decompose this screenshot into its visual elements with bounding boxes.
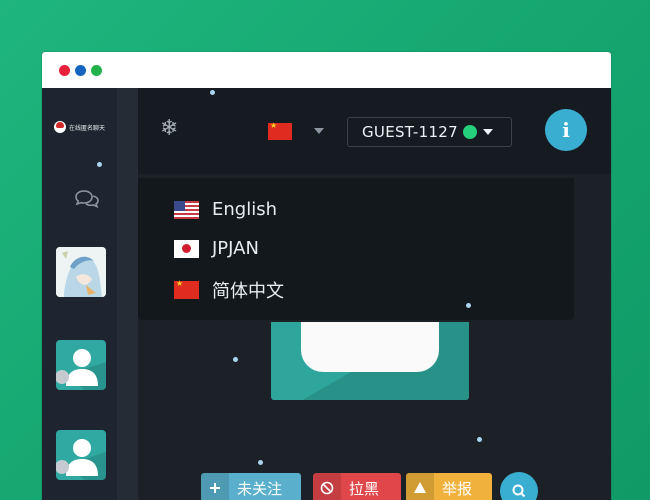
china-flag-icon: [174, 280, 199, 299]
chevron-down-icon: [482, 129, 493, 135]
username-label: GUEST-1127: [362, 123, 458, 141]
profile-avatar: [271, 322, 469, 400]
logo-mark-icon: [54, 121, 66, 133]
snowflake-icon[interactable]: ❄: [160, 118, 178, 140]
language-option-label: 简体中文: [212, 281, 284, 302]
logo-text: 在线匿名聊天: [69, 124, 106, 132]
language-dropdown: English JPJAN 简体中文: [138, 178, 574, 320]
snow-particle: [477, 437, 482, 442]
user-menu-button[interactable]: GUEST-1127: [347, 117, 512, 147]
search-button[interactable]: [500, 472, 538, 500]
language-option-chinese[interactable]: 简体中文: [174, 277, 284, 303]
close-window-button[interactable]: [59, 65, 70, 76]
online-status-icon: [462, 125, 477, 139]
japan-flag-icon: [174, 239, 199, 258]
snow-particle: [97, 162, 102, 167]
warning-icon: [406, 473, 434, 500]
chat-bubbles-icon[interactable]: [73, 188, 101, 214]
main-panel: ❄ GUEST-1127 i English JPJAN: [138, 88, 611, 500]
language-option-english[interactable]: English: [174, 199, 277, 220]
app-logo[interactable]: 在线匿名聊天: [54, 121, 105, 133]
follow-label: 未关注: [237, 479, 283, 498]
contact-avatar-anime[interactable]: [56, 247, 106, 297]
block-label: 拉黑: [349, 479, 380, 498]
report-button[interactable]: 举报: [406, 473, 492, 500]
maximize-window-button[interactable]: [91, 65, 102, 76]
report-label: 举报: [442, 479, 473, 498]
contact-avatar-default[interactable]: [56, 430, 106, 480]
info-icon: i: [562, 118, 570, 142]
snow-particle: [210, 90, 215, 95]
snow-particle: [258, 460, 263, 465]
snow-particle: [233, 357, 238, 362]
contact-avatar-default[interactable]: [56, 340, 106, 390]
plus-icon: [201, 473, 229, 500]
title-bar: [42, 52, 611, 88]
block-button[interactable]: 拉黑: [313, 473, 401, 500]
language-option-label: English: [212, 199, 277, 220]
language-option-label: JPJAN: [212, 238, 259, 259]
sidebar: 在线匿名聊天: [42, 88, 138, 500]
search-icon: [512, 484, 526, 498]
us-flag-icon: [174, 200, 199, 219]
avatar-silhouette: [301, 322, 439, 372]
info-button[interactable]: i: [545, 109, 587, 151]
sidebar-scroll-track: [117, 88, 138, 500]
top-bar: ❄ GUEST-1127 i: [138, 88, 611, 174]
ban-icon: [313, 473, 341, 500]
language-flag-icon[interactable]: [268, 122, 292, 140]
minimize-window-button[interactable]: [75, 65, 86, 76]
chevron-down-icon[interactable]: [314, 128, 324, 134]
snow-particle: [466, 303, 471, 308]
app-window: 在线匿名聊天 ❄ ★ GUEST-1127 i English JPJAN ★ …: [42, 52, 611, 500]
follow-button[interactable]: 未关注: [201, 473, 301, 500]
language-option-japanese[interactable]: JPJAN: [174, 238, 259, 259]
